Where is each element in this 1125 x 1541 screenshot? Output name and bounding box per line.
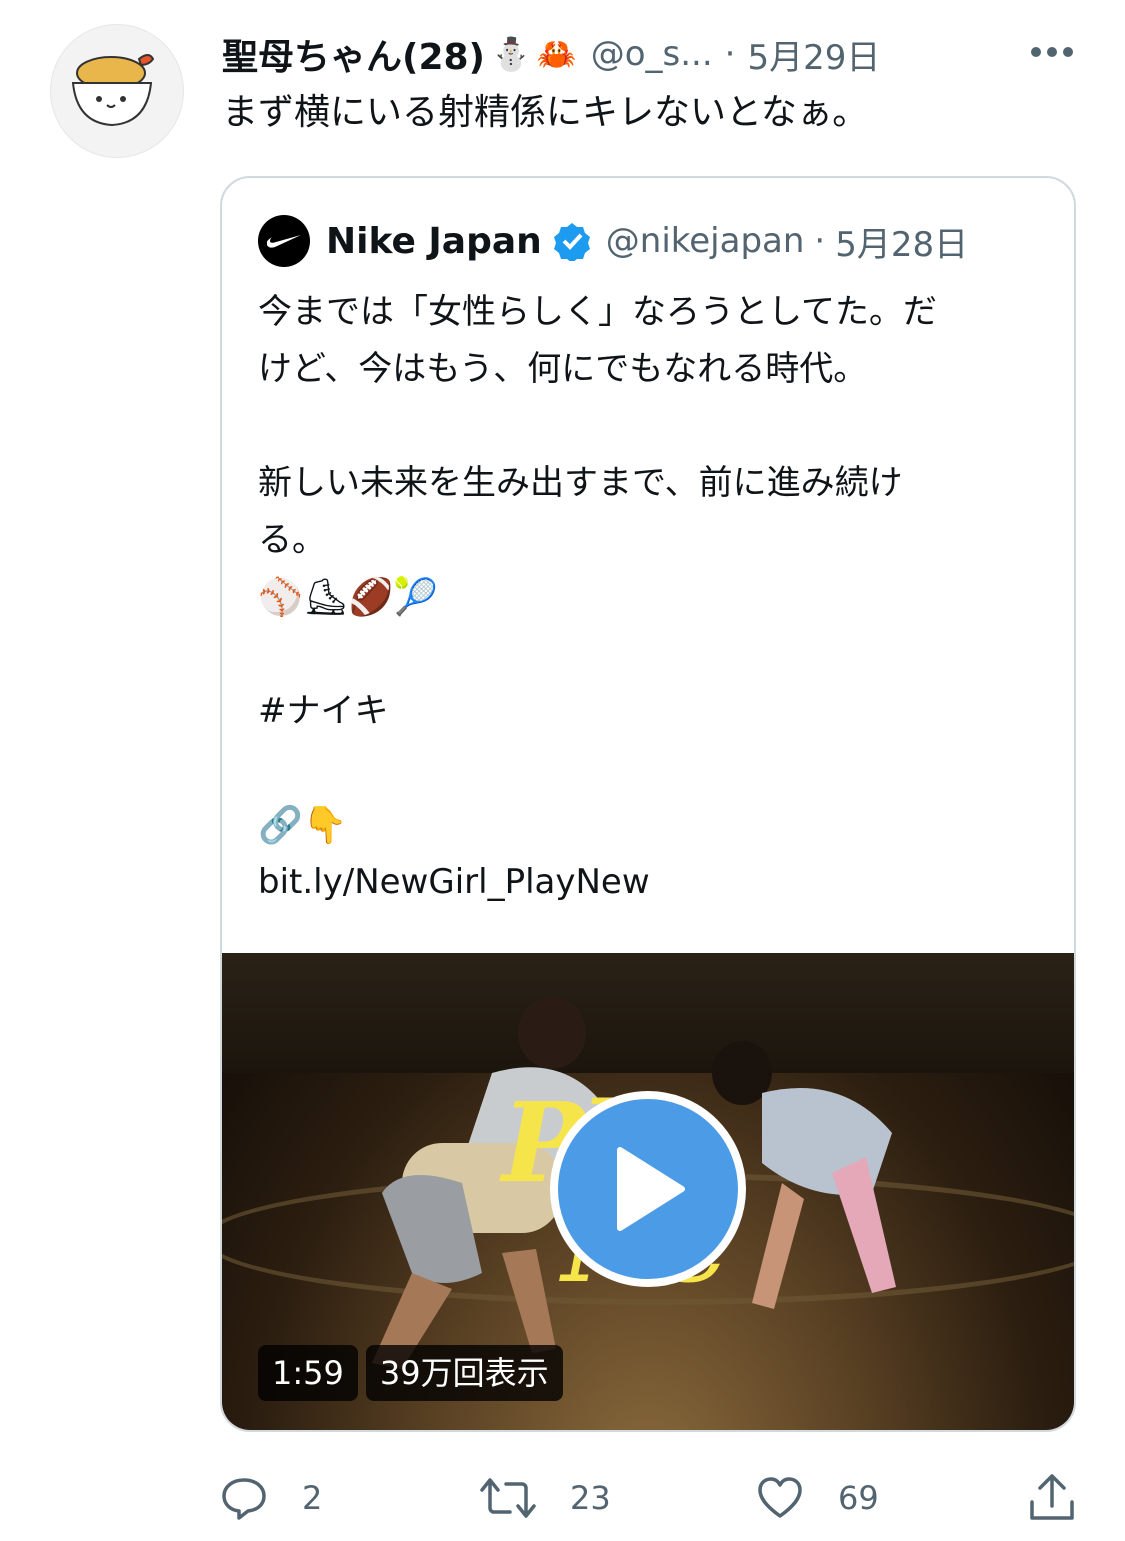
verified-badge-icon	[553, 223, 590, 261]
reply-button[interactable]: 2	[220, 1468, 322, 1528]
url-link[interactable]: bit.ly/NewGirl_PlayNew	[258, 854, 1048, 911]
hashtag-link[interactable]: #ナイキ	[258, 683, 1048, 740]
share-button[interactable]	[1028, 1468, 1076, 1528]
reply-icon	[222, 1478, 266, 1520]
quote-line: る。	[258, 520, 326, 560]
like-count: 69	[838, 1479, 879, 1517]
play-button[interactable]	[550, 1091, 746, 1287]
quote-handle[interactable]: @nikejapan	[606, 221, 805, 261]
quote-line: 今までは「女性らしく」なろうとしてた。だ	[258, 292, 937, 332]
quote-date[interactable]: 5月28日	[835, 217, 968, 266]
author-handle[interactable]: @o_s...	[591, 34, 713, 74]
retweet-button[interactable]: 23	[480, 1468, 611, 1528]
retweet-count: 23	[570, 1479, 611, 1517]
nike-avatar[interactable]	[258, 215, 310, 267]
author-avatar[interactable]	[50, 24, 184, 158]
snowman-emoji: ⛄	[491, 35, 531, 73]
heart-icon	[758, 1477, 802, 1518]
crab-emoji: 🦀	[536, 35, 577, 73]
sports-emojis: ⚾⛸🏈🎾	[258, 577, 439, 618]
quote-line: 新しい未来を生み出すまで、前に進み続け	[258, 463, 903, 503]
tweet-header: 聖母ちゃん(28) ⛄ 🦀 @o_s... · 5月29日	[222, 26, 1082, 82]
nike-swoosh-icon	[266, 235, 301, 248]
share-icon	[1030, 1474, 1074, 1520]
play-icon	[617, 1147, 685, 1231]
quote-display-name[interactable]: Nike Japan	[326, 221, 542, 262]
video-view-count: 39万回表示	[365, 1345, 563, 1401]
tweet-actions: 2 23 69	[220, 1468, 1080, 1528]
link-emojis: 🔗👇	[258, 805, 348, 846]
author-display-name[interactable]: 聖母ちゃん(28)	[222, 28, 485, 80]
video-player[interactable]: Pl Ne 1:59 39万回表示	[222, 953, 1074, 1430]
separator-dot: ·	[724, 34, 736, 74]
reply-count: 2	[302, 1479, 323, 1517]
separator-dot: ·	[814, 221, 826, 261]
like-button[interactable]: 69	[756, 1468, 879, 1528]
quote-header: Nike Japan @nikejapan · 5月28日	[258, 214, 968, 268]
tempura-bowl-avatar	[71, 54, 155, 127]
more-horizontal-icon[interactable]	[1030, 46, 1074, 58]
quote-text: 今までは「女性らしく」なろうとしてた。だ けど、今はもう、何にでもなれる時代。 …	[258, 284, 1048, 911]
tweet-date[interactable]: 5月29日	[747, 30, 880, 79]
quoted-tweet[interactable]: Nike Japan @nikejapan · 5月28日 今までは「女性らしく…	[220, 176, 1076, 1432]
tweet-text: まず横にいる射精係にキレないとなぁ。	[222, 92, 869, 133]
retweet-icon	[480, 1478, 536, 1518]
quote-line: けど、今はもう、何にでもなれる時代。	[258, 349, 868, 389]
video-badges: 1:59 39万回表示	[258, 1345, 563, 1401]
video-duration: 1:59	[258, 1345, 358, 1401]
